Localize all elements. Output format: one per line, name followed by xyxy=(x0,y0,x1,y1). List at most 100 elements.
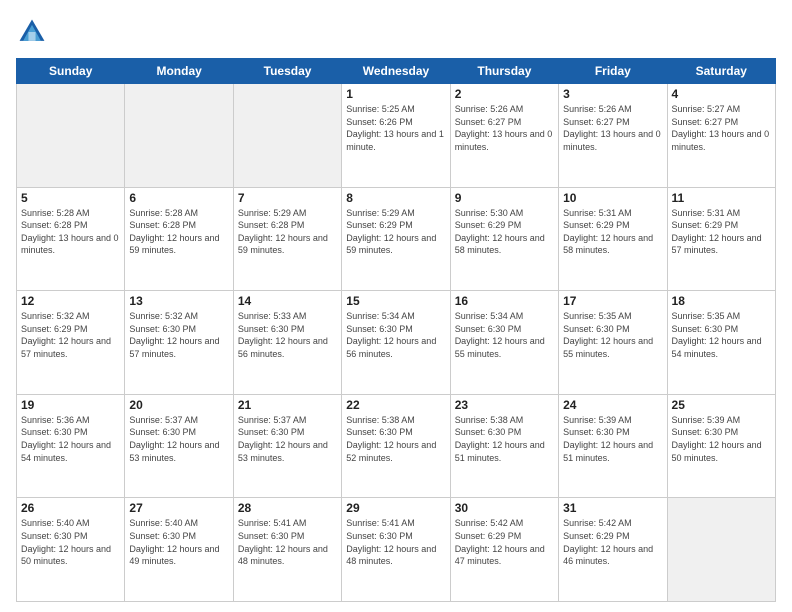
day-number: 18 xyxy=(672,294,771,308)
weekday-header-sunday: Sunday xyxy=(17,59,125,84)
calendar-cell xyxy=(233,84,341,188)
day-info: Sunrise: 5:38 AMSunset: 6:30 PMDaylight:… xyxy=(455,414,554,464)
day-number: 5 xyxy=(21,191,120,205)
day-number: 14 xyxy=(238,294,337,308)
day-info: Sunrise: 5:26 AMSunset: 6:27 PMDaylight:… xyxy=(563,103,662,153)
day-info: Sunrise: 5:42 AMSunset: 6:29 PMDaylight:… xyxy=(563,517,662,567)
calendar-cell: 4 Sunrise: 5:27 AMSunset: 6:27 PMDaylight… xyxy=(667,84,775,188)
day-number: 15 xyxy=(346,294,445,308)
calendar-cell: 5 Sunrise: 5:28 AMSunset: 6:28 PMDaylight… xyxy=(17,187,125,291)
calendar-week-row: 12Sunrise: 5:32 AMSunset: 6:29 PMDayligh… xyxy=(17,291,776,395)
day-info: Sunrise: 5:29 AMSunset: 6:29 PMDaylight:… xyxy=(346,207,445,257)
calendar-cell: 12Sunrise: 5:32 AMSunset: 6:29 PMDayligh… xyxy=(17,291,125,395)
calendar-cell: 17 Sunrise: 5:35 AMSunset: 6:30 PMDayligh… xyxy=(559,291,667,395)
day-number: 17 xyxy=(563,294,662,308)
day-number: 20 xyxy=(129,398,228,412)
calendar-cell: 10 Sunrise: 5:31 AMSunset: 6:29 PMDayligh… xyxy=(559,187,667,291)
day-info: Sunrise: 5:42 AMSunset: 6:29 PMDaylight:… xyxy=(455,517,554,567)
calendar-cell: 28 Sunrise: 5:41 AMSunset: 6:30 PMDayligh… xyxy=(233,498,341,602)
calendar-cell: 25 Sunrise: 5:39 AMSunset: 6:30 PMDayligh… xyxy=(667,394,775,498)
calendar-cell: 26Sunrise: 5:40 AMSunset: 6:30 PMDayligh… xyxy=(17,498,125,602)
weekday-header-saturday: Saturday xyxy=(667,59,775,84)
day-info: Sunrise: 5:29 AMSunset: 6:28 PMDaylight:… xyxy=(238,207,337,257)
day-info: Sunrise: 5:37 AMSunset: 6:30 PMDaylight:… xyxy=(238,414,337,464)
day-number: 10 xyxy=(563,191,662,205)
day-number: 6 xyxy=(129,191,228,205)
day-number: 9 xyxy=(455,191,554,205)
calendar-cell: 27Sunrise: 5:40 AMSunset: 6:30 PMDayligh… xyxy=(125,498,233,602)
day-info: Sunrise: 5:35 AMSunset: 6:30 PMDaylight:… xyxy=(563,310,662,360)
calendar-cell: 1Sunrise: 5:25 AMSunset: 6:26 PMDaylight… xyxy=(342,84,450,188)
calendar-cell: 13Sunrise: 5:32 AMSunset: 6:30 PMDayligh… xyxy=(125,291,233,395)
day-number: 7 xyxy=(238,191,337,205)
calendar-cell: 18 Sunrise: 5:35 AMSunset: 6:30 PMDayligh… xyxy=(667,291,775,395)
calendar-week-row: 19 Sunrise: 5:36 AMSunset: 6:30 PMDayligh… xyxy=(17,394,776,498)
day-number: 19 xyxy=(21,398,120,412)
day-number: 22 xyxy=(346,398,445,412)
day-info: Sunrise: 5:31 AMSunset: 6:29 PMDaylight:… xyxy=(563,207,662,257)
day-number: 28 xyxy=(238,501,337,515)
day-info: Sunrise: 5:34 AMSunset: 6:30 PMDaylight:… xyxy=(346,310,445,360)
day-info: Sunrise: 5:39 AMSunset: 6:30 PMDaylight:… xyxy=(672,414,771,464)
day-info: Sunrise: 5:33 AMSunset: 6:30 PMDaylight:… xyxy=(238,310,337,360)
day-info: Sunrise: 5:31 AMSunset: 6:29 PMDaylight:… xyxy=(672,207,771,257)
calendar-cell: 6 Sunrise: 5:28 AMSunset: 6:28 PMDaylight… xyxy=(125,187,233,291)
day-info: Sunrise: 5:28 AMSunset: 6:28 PMDaylight:… xyxy=(129,207,228,257)
calendar-cell: 31 Sunrise: 5:42 AMSunset: 6:29 PMDayligh… xyxy=(559,498,667,602)
calendar-cell: 7 Sunrise: 5:29 AMSunset: 6:28 PMDaylight… xyxy=(233,187,341,291)
day-number: 11 xyxy=(672,191,771,205)
day-info: Sunrise: 5:37 AMSunset: 6:30 PMDaylight:… xyxy=(129,414,228,464)
calendar-cell: 16Sunrise: 5:34 AMSunset: 6:30 PMDayligh… xyxy=(450,291,558,395)
day-info: Sunrise: 5:32 AMSunset: 6:30 PMDaylight:… xyxy=(129,310,228,360)
weekday-header-thursday: Thursday xyxy=(450,59,558,84)
calendar-cell: 29 Sunrise: 5:41 AMSunset: 6:30 PMDayligh… xyxy=(342,498,450,602)
calendar-cell: 23 Sunrise: 5:38 AMSunset: 6:30 PMDayligh… xyxy=(450,394,558,498)
day-number: 24 xyxy=(563,398,662,412)
day-number: 25 xyxy=(672,398,771,412)
day-number: 2 xyxy=(455,87,554,101)
calendar-cell: 9Sunrise: 5:30 AMSunset: 6:29 PMDaylight… xyxy=(450,187,558,291)
day-number: 8 xyxy=(346,191,445,205)
day-number: 30 xyxy=(455,501,554,515)
calendar-cell: 11 Sunrise: 5:31 AMSunset: 6:29 PMDayligh… xyxy=(667,187,775,291)
calendar-cell: 21Sunrise: 5:37 AMSunset: 6:30 PMDayligh… xyxy=(233,394,341,498)
day-info: Sunrise: 5:35 AMSunset: 6:30 PMDaylight:… xyxy=(672,310,771,360)
calendar-cell: 19 Sunrise: 5:36 AMSunset: 6:30 PMDayligh… xyxy=(17,394,125,498)
day-info: Sunrise: 5:38 AMSunset: 6:30 PMDaylight:… xyxy=(346,414,445,464)
header xyxy=(16,16,776,48)
weekday-header-monday: Monday xyxy=(125,59,233,84)
calendar-cell: 8 Sunrise: 5:29 AMSunset: 6:29 PMDaylight… xyxy=(342,187,450,291)
day-info: Sunrise: 5:40 AMSunset: 6:30 PMDaylight:… xyxy=(129,517,228,567)
day-number: 4 xyxy=(672,87,771,101)
calendar-cell: 24 Sunrise: 5:39 AMSunset: 6:30 PMDayligh… xyxy=(559,394,667,498)
calendar-cell: 3 Sunrise: 5:26 AMSunset: 6:27 PMDaylight… xyxy=(559,84,667,188)
calendar-cell xyxy=(17,84,125,188)
day-info: Sunrise: 5:36 AMSunset: 6:30 PMDaylight:… xyxy=(21,414,120,464)
calendar-cell: 30 Sunrise: 5:42 AMSunset: 6:29 PMDayligh… xyxy=(450,498,558,602)
day-number: 16 xyxy=(455,294,554,308)
day-info: Sunrise: 5:27 AMSunset: 6:27 PMDaylight:… xyxy=(672,103,771,153)
day-number: 12 xyxy=(21,294,120,308)
day-number: 26 xyxy=(21,501,120,515)
calendar-cell: 22 Sunrise: 5:38 AMSunset: 6:30 PMDayligh… xyxy=(342,394,450,498)
day-info: Sunrise: 5:41 AMSunset: 6:30 PMDaylight:… xyxy=(238,517,337,567)
day-info: Sunrise: 5:39 AMSunset: 6:30 PMDaylight:… xyxy=(563,414,662,464)
day-number: 1 xyxy=(346,87,445,101)
day-number: 3 xyxy=(563,87,662,101)
calendar-cell: 15 Sunrise: 5:34 AMSunset: 6:30 PMDayligh… xyxy=(342,291,450,395)
weekday-header-wednesday: Wednesday xyxy=(342,59,450,84)
page-container: SundayMondayTuesdayWednesdayThursdayFrid… xyxy=(0,0,792,612)
weekday-header-friday: Friday xyxy=(559,59,667,84)
day-info: Sunrise: 5:28 AMSunset: 6:28 PMDaylight:… xyxy=(21,207,120,257)
calendar-cell xyxy=(667,498,775,602)
calendar-cell xyxy=(125,84,233,188)
calendar-cell: 20 Sunrise: 5:37 AMSunset: 6:30 PMDayligh… xyxy=(125,394,233,498)
calendar-table: SundayMondayTuesdayWednesdayThursdayFrid… xyxy=(16,58,776,602)
day-number: 31 xyxy=(563,501,662,515)
day-info: Sunrise: 5:26 AMSunset: 6:27 PMDaylight:… xyxy=(455,103,554,153)
calendar-cell: 14 Sunrise: 5:33 AMSunset: 6:30 PMDayligh… xyxy=(233,291,341,395)
day-number: 23 xyxy=(455,398,554,412)
day-info: Sunrise: 5:41 AMSunset: 6:30 PMDaylight:… xyxy=(346,517,445,567)
day-number: 29 xyxy=(346,501,445,515)
calendar-week-row: 26 Sunrise: 5:40 AMSunset: 6:30 PMDayligh… xyxy=(17,498,776,602)
